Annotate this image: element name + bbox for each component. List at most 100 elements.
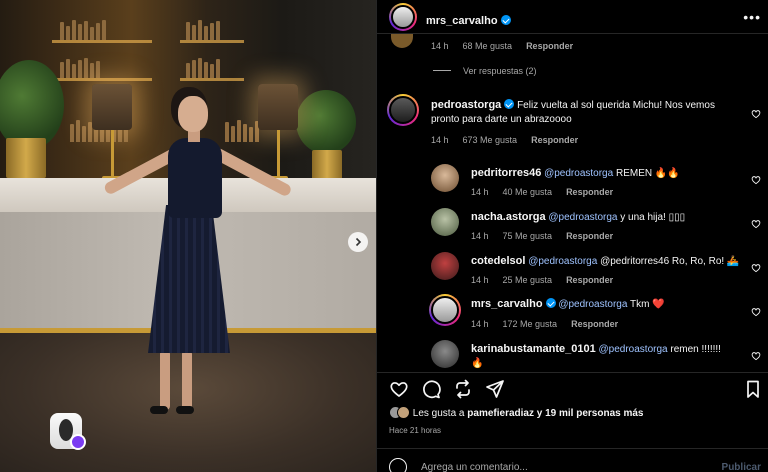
post-header: mrs_carvalho ••• <box>377 0 768 34</box>
verified-icon <box>504 99 515 109</box>
reply-button[interactable]: Responder <box>566 231 613 241</box>
reply-avatar[interactable] <box>431 252 459 280</box>
plant <box>296 90 356 154</box>
reply-meta: 14 h 75 Me gusta Responder <box>471 231 627 241</box>
see-replies-label: Ver respuestas (2) <box>463 66 537 76</box>
reply-likes[interactable]: 172 Me gusta <box>503 319 558 329</box>
shelf <box>52 78 152 81</box>
reply-body: pedritorres46 @pedroastorga REMEN 🔥🔥 <box>471 166 741 181</box>
author-username[interactable]: mrs_carvalho <box>426 15 498 27</box>
plant-pot <box>6 138 46 178</box>
lamp <box>92 84 132 130</box>
chevron-right-icon <box>355 237 362 247</box>
heart-icon[interactable] <box>751 260 761 273</box>
heart-icon[interactable] <box>389 379 409 399</box>
reply-body: cotedelsol @pedroastorga @pedritorres46 … <box>471 254 741 269</box>
liker-avatar <box>397 406 410 419</box>
post-actions <box>377 372 768 402</box>
heart-icon[interactable] <box>751 304 761 317</box>
carousel-next-button[interactable] <box>348 232 368 252</box>
reply-meta: 14 h 25 Me gusta Responder <box>471 275 627 285</box>
reply-text: @pedritorres46 Ro, Ro, Ro! 🚣 <box>600 256 740 267</box>
person-head <box>178 96 208 132</box>
reply-username[interactable]: mrs_carvalho <box>471 298 543 310</box>
reply-likes[interactable]: 25 Me gusta <box>503 275 553 285</box>
comment-meta: 14 h 673 Me gusta Responder <box>431 135 592 145</box>
see-replies-button[interactable]: Ver respuestas (2) <box>433 66 537 76</box>
comment-username[interactable]: pedroastorga <box>431 99 501 111</box>
heart-icon[interactable] <box>751 348 761 361</box>
comments-panel: mrs_carvalho ••• 14 h 68 Me gusta Responde… <box>376 0 768 472</box>
lamp-stem <box>111 130 114 178</box>
comment-time: 14 h <box>431 135 449 145</box>
bottles <box>225 120 259 142</box>
reply-time: 14 h <box>471 231 489 241</box>
reply-button[interactable]: Responder <box>566 275 613 285</box>
post-photo[interactable] <box>0 0 376 472</box>
verified-icon <box>500 15 511 25</box>
emoji-icon[interactable] <box>389 458 407 472</box>
heart-icon[interactable] <box>751 106 761 119</box>
reply-username[interactable]: pedritorres46 <box>471 167 541 179</box>
reply-avatar[interactable] <box>431 340 459 368</box>
reply-username[interactable]: karinabustamante_0101 <box>471 343 596 355</box>
divider <box>433 70 451 71</box>
shelf <box>180 40 244 43</box>
comment-input[interactable]: Agrega un comentario... <box>421 462 528 472</box>
bookmark-icon[interactable] <box>743 379 763 399</box>
liker-username[interactable]: pamefieradiaz <box>467 408 534 419</box>
bottles <box>60 58 100 78</box>
comment-body: pedroastorga Feliz vuelta al sol querida… <box>431 98 741 127</box>
share-icon[interactable] <box>485 379 505 399</box>
repost-icon[interactable] <box>453 379 473 399</box>
reply-button[interactable]: Responder <box>571 319 618 329</box>
likes-prefix: Les gusta a <box>412 408 465 419</box>
reply-avatar[interactable] <box>431 164 459 192</box>
reply-text: Tkm ❤️ <box>630 299 665 310</box>
shelf <box>180 78 244 81</box>
mention-link[interactable]: @pedroastorga <box>558 299 627 310</box>
reply-avatar[interactable] <box>431 208 459 236</box>
reply-avatar[interactable] <box>391 34 413 48</box>
lamp <box>258 84 298 130</box>
reply-username[interactable]: nacha.astorga <box>471 211 546 223</box>
reply-time: 14 h <box>471 187 489 197</box>
reply-time: 14 h <box>471 275 489 285</box>
author-avatar[interactable] <box>389 3 417 31</box>
person-shoe <box>176 406 194 414</box>
comment-meta: 14 h 68 Me gusta Responder <box>431 41 587 51</box>
person-dress-top <box>168 138 222 218</box>
reply-likes[interactable]: 40 Me gusta <box>503 187 553 197</box>
mention-link[interactable]: @pedroastorga <box>599 344 668 355</box>
person-leg <box>160 350 170 410</box>
post-date: Hace 21 horas <box>389 426 442 435</box>
more-icon[interactable]: ••• <box>743 9 761 25</box>
comment-avatar[interactable] <box>387 94 419 126</box>
reply-text-extra: 🔥 <box>471 358 484 369</box>
reply-button[interactable]: Responder <box>531 135 578 145</box>
comment-icon[interactable] <box>421 379 441 399</box>
reply-username[interactable]: cotedelsol <box>471 255 525 267</box>
reply-text: REMEN 🔥🔥 <box>615 168 680 179</box>
publish-button[interactable]: Publicar <box>722 462 761 472</box>
reply-time: 14 h <box>471 319 489 329</box>
shelf <box>52 40 152 43</box>
comment-likes[interactable]: 673 Me gusta <box>463 135 518 145</box>
mention-link[interactable]: @pedroastorga <box>528 256 597 267</box>
author-name-row: mrs_carvalho <box>426 11 511 29</box>
reply-body: mrs_carvalho @pedroastorga Tkm ❤️ <box>471 297 741 312</box>
bottles <box>60 20 106 40</box>
heart-icon[interactable] <box>751 172 761 185</box>
mention-link[interactable]: @pedroastorga <box>548 212 617 223</box>
reply-avatar[interactable] <box>429 294 461 326</box>
heart-icon[interactable] <box>751 216 761 229</box>
comment-time: 14 h <box>431 41 449 51</box>
reply-button[interactable]: Responder <box>526 41 573 51</box>
lamp-stem <box>277 130 280 178</box>
likes-count[interactable]: y 19 mil personas más <box>537 408 644 419</box>
mention-link[interactable]: @pedroastorga <box>544 168 613 179</box>
reply-button[interactable]: Responder <box>566 187 613 197</box>
reply-likes[interactable]: 75 Me gusta <box>503 231 553 241</box>
reply-text: y una hija! ▯▯▯ <box>620 212 686 223</box>
comment-likes[interactable]: 68 Me gusta <box>463 41 513 51</box>
